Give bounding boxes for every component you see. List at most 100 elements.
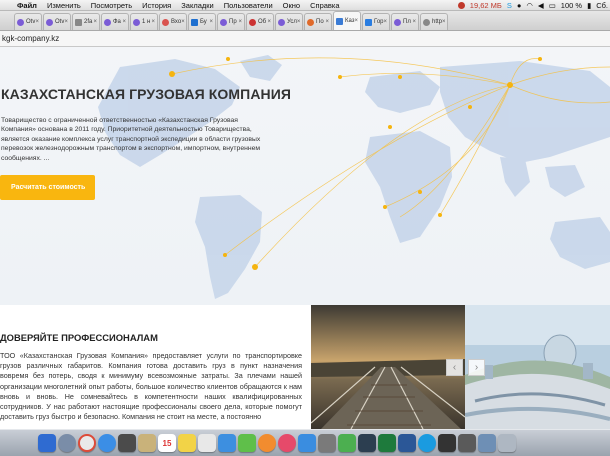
clock-day[interactable]: Сб. xyxy=(596,1,608,10)
tab-close-icon[interactable]: × xyxy=(442,19,446,25)
browser-tab-active[interactable]: Каз × xyxy=(333,11,361,30)
url-text[interactable]: kgk-company.kz xyxy=(2,34,59,43)
tab-favicon xyxy=(162,18,169,26)
safari-icon[interactable] xyxy=(98,434,116,452)
tab-title: Бу xyxy=(200,19,207,25)
hero-description: Товарищество с ограниченной ответственно… xyxy=(1,117,261,162)
browser-tab[interactable]: Гор × xyxy=(362,13,390,30)
browser-tab[interactable]: 2fa × xyxy=(72,13,100,30)
battery-icon[interactable]: ▮ xyxy=(587,1,591,10)
tab-close-icon[interactable]: × xyxy=(297,19,301,25)
launchpad-icon[interactable] xyxy=(58,434,76,452)
calculate-cost-button[interactable]: Расчитать стоимость xyxy=(0,175,95,200)
tab-title: Фа xyxy=(113,19,121,25)
tab-title: Otv xyxy=(55,19,65,25)
menu-users[interactable]: Пользователи xyxy=(219,1,278,10)
browser-tab[interactable]: Otv × xyxy=(14,13,42,30)
tab-favicon xyxy=(104,18,111,26)
city-photo: › xyxy=(465,305,610,429)
app-store-icon[interactable] xyxy=(298,434,316,452)
tab-favicon xyxy=(75,18,82,26)
tab-close-icon[interactable]: × xyxy=(35,19,39,25)
tab-close-icon[interactable]: × xyxy=(384,19,388,25)
browser-tab[interactable]: Пл × xyxy=(391,13,419,30)
tab-close-icon[interactable]: × xyxy=(267,19,271,25)
browser-tab[interactable]: 1 н × xyxy=(130,13,158,30)
menu-window[interactable]: Окно xyxy=(278,1,305,10)
browser-tab[interactable]: Об × xyxy=(246,13,274,30)
system-preferences-icon[interactable] xyxy=(318,434,336,452)
browser-tab[interactable]: По × xyxy=(304,13,332,30)
wifi-icon[interactable]: ◠ xyxy=(526,1,533,10)
utorrent-icon[interactable] xyxy=(338,434,356,452)
itunes-icon[interactable] xyxy=(278,434,296,452)
hero-section: КАЗАХСТАНСКАЯ ГРУЗОВАЯ КОМПАНИЯ Товарище… xyxy=(0,47,610,305)
menu-edit[interactable]: Изменить xyxy=(42,1,86,10)
section-title: ДОВЕРЯЙТЕ ПРОФЕССИОНАЛАМ xyxy=(0,332,158,343)
activity-monitor-icon[interactable] xyxy=(458,434,476,452)
address-bar[interactable]: kgk-company.kz xyxy=(0,31,610,47)
word-icon[interactable] xyxy=(398,434,416,452)
menu-view[interactable]: Посмотреть xyxy=(86,1,137,10)
tab-title: 1 н xyxy=(142,19,151,25)
browser-tab[interactable]: Бу × xyxy=(188,13,216,30)
chevron-left-icon: ‹ xyxy=(452,362,457,373)
tab-close-icon[interactable]: × xyxy=(64,19,68,25)
tab-favicon xyxy=(46,18,53,26)
tab-favicon xyxy=(336,17,343,25)
tab-title: http xyxy=(432,19,443,25)
tab-favicon xyxy=(17,18,24,26)
terminal-icon[interactable] xyxy=(438,434,456,452)
battery-percent[interactable]: 100 % xyxy=(561,1,582,10)
browser-tab[interactable]: Фа × xyxy=(101,13,129,30)
tab-close-icon[interactable]: × xyxy=(209,19,213,25)
browser-tab[interactable]: Пр × xyxy=(217,13,245,30)
browser-tab[interactable]: Вхо × xyxy=(159,13,187,30)
skype-dock-icon[interactable] xyxy=(418,434,436,452)
menu-bookmarks[interactable]: Закладки xyxy=(176,1,218,10)
input-language-icon[interactable]: ▭ xyxy=(549,1,556,10)
tab-close-icon[interactable]: × xyxy=(122,19,126,25)
memory-icon[interactable] xyxy=(457,1,465,9)
tab-title: 2fa xyxy=(84,19,93,25)
tab-close-icon[interactable]: × xyxy=(151,19,155,25)
photoshop-icon[interactable] xyxy=(358,434,376,452)
slider-prev-button[interactable]: ‹ xyxy=(446,359,463,376)
finder-icon[interactable] xyxy=(38,434,56,452)
tab-favicon xyxy=(278,18,285,26)
tab-close-icon[interactable]: × xyxy=(238,19,242,25)
tab-title: Каз xyxy=(345,18,355,24)
facetime-icon[interactable] xyxy=(238,434,256,452)
record-icon[interactable]: ● xyxy=(517,1,522,10)
tab-close-icon[interactable]: × xyxy=(325,19,329,25)
trash-icon[interactable] xyxy=(498,434,516,452)
slider-next-button[interactable]: › xyxy=(468,359,485,376)
photo-app-icon[interactable] xyxy=(118,434,136,452)
reminders-icon[interactable] xyxy=(198,434,216,452)
menu-history[interactable]: История xyxy=(137,1,176,10)
menu-help[interactable]: Справка xyxy=(305,1,344,10)
tab-close-icon[interactable]: × xyxy=(412,19,416,25)
browser-tab[interactable]: Усл × xyxy=(275,13,303,30)
notes-icon[interactable] xyxy=(178,434,196,452)
excel-icon[interactable] xyxy=(378,434,396,452)
trust-section: ДОВЕРЯЙТЕ ПРОФЕССИОНАЛАМ ТОО «Казахстанс… xyxy=(0,305,610,429)
chrome-icon[interactable] xyxy=(78,434,96,452)
tab-favicon xyxy=(133,18,140,26)
tab-close-icon[interactable]: × xyxy=(355,18,359,24)
tab-close-icon[interactable]: × xyxy=(181,19,185,25)
tab-favicon xyxy=(423,18,430,26)
browser-tab[interactable]: Otv × xyxy=(43,13,71,30)
skype-icon[interactable]: S xyxy=(507,1,512,10)
volume-icon[interactable]: ◀ xyxy=(538,1,544,10)
menu-file[interactable]: Файл xyxy=(12,1,42,10)
browser-tab[interactable]: http × xyxy=(420,13,448,30)
tab-title: Об xyxy=(258,19,267,25)
firefox-icon[interactable] xyxy=(258,434,276,452)
tab-close-icon[interactable]: × xyxy=(93,19,97,25)
calendar-icon[interactable]: 15 xyxy=(158,434,176,452)
memory-readout[interactable]: 19,62 МБ xyxy=(470,1,502,10)
messages-icon[interactable] xyxy=(218,434,236,452)
contacts-icon[interactable] xyxy=(138,434,156,452)
downloads-folder-icon[interactable] xyxy=(478,434,496,452)
